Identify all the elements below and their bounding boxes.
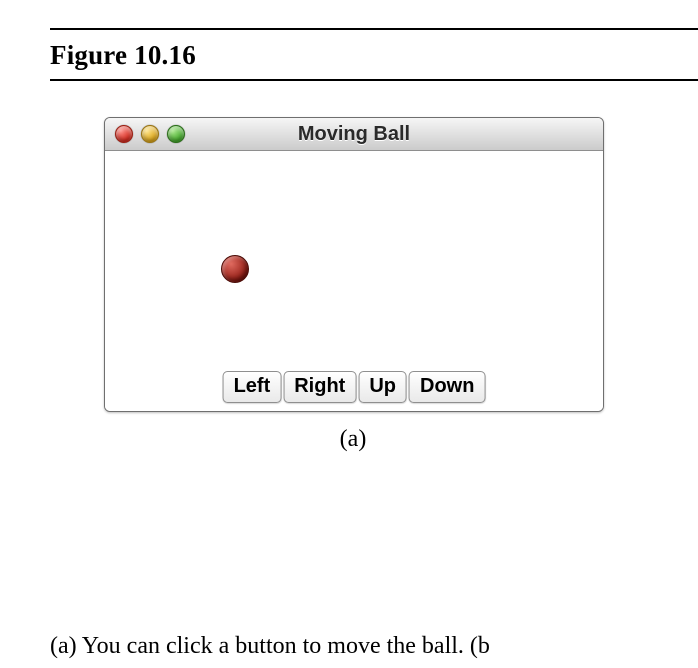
minimize-icon[interactable]	[141, 125, 159, 143]
rule-bottom	[50, 79, 698, 81]
button-row: Left Right Up Down	[222, 371, 487, 403]
traffic-lights	[115, 125, 185, 143]
right-button[interactable]: Right	[283, 371, 356, 403]
zoom-icon[interactable]	[167, 125, 185, 143]
window-title: Moving Ball	[115, 123, 593, 146]
left-button[interactable]: Left	[223, 371, 282, 403]
figure-label: Figure 10.16	[50, 40, 698, 71]
figure-page: Figure 10.16 Moving Ball Left Right Up D…	[0, 0, 698, 668]
ball-icon	[221, 255, 249, 283]
app-window: Moving Ball Left Right Up Down	[104, 117, 604, 412]
titlebar[interactable]: Moving Ball	[105, 118, 603, 151]
figure-caption: (a) You can click a button to move the b…	[50, 633, 490, 660]
window-container: Moving Ball Left Right Up Down	[104, 117, 602, 412]
rule-top	[50, 28, 698, 30]
down-button[interactable]: Down	[409, 371, 485, 403]
canvas-area: Left Right Up Down	[105, 151, 603, 411]
close-icon[interactable]	[115, 125, 133, 143]
up-button[interactable]: Up	[358, 371, 407, 403]
subfigure-label: (a)	[104, 426, 602, 453]
